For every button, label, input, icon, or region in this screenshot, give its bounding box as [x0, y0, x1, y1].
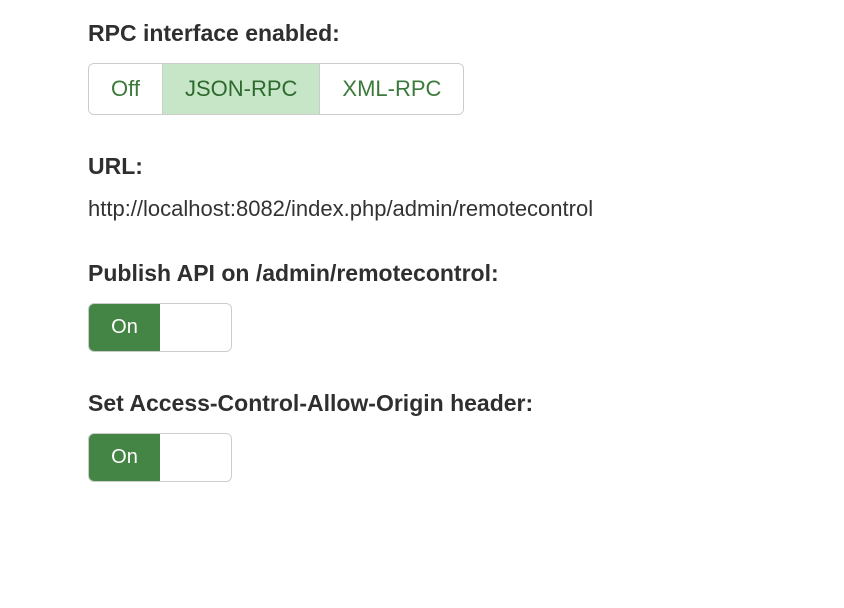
- publish-api-label: Publish API on /admin/remotecontrol:: [88, 260, 756, 287]
- cors-header-toggle[interactable]: On: [88, 433, 232, 482]
- rpc-interface-field: RPC interface enabled: Off JSON-RPC XML-…: [88, 20, 756, 115]
- cors-header-field: Set Access-Control-Allow-Origin header: …: [88, 390, 756, 482]
- rpc-option-json-rpc[interactable]: JSON-RPC: [163, 64, 320, 114]
- cors-header-toggle-on: On: [89, 434, 160, 481]
- cors-header-label: Set Access-Control-Allow-Origin header:: [88, 390, 756, 417]
- publish-api-field: Publish API on /admin/remotecontrol: On: [88, 260, 756, 352]
- publish-api-toggle-on: On: [89, 304, 160, 351]
- publish-api-toggle-off: [160, 304, 231, 351]
- url-field: URL: http://localhost:8082/index.php/adm…: [88, 153, 756, 222]
- rpc-option-off[interactable]: Off: [89, 64, 163, 114]
- url-value: http://localhost:8082/index.php/admin/re…: [88, 196, 756, 222]
- rpc-option-xml-rpc[interactable]: XML-RPC: [320, 64, 463, 114]
- rpc-interface-segmented-control: Off JSON-RPC XML-RPC: [88, 63, 464, 115]
- rpc-interface-label: RPC interface enabled:: [88, 20, 756, 47]
- publish-api-toggle[interactable]: On: [88, 303, 232, 352]
- url-label: URL:: [88, 153, 756, 180]
- cors-header-toggle-off: [160, 434, 231, 481]
